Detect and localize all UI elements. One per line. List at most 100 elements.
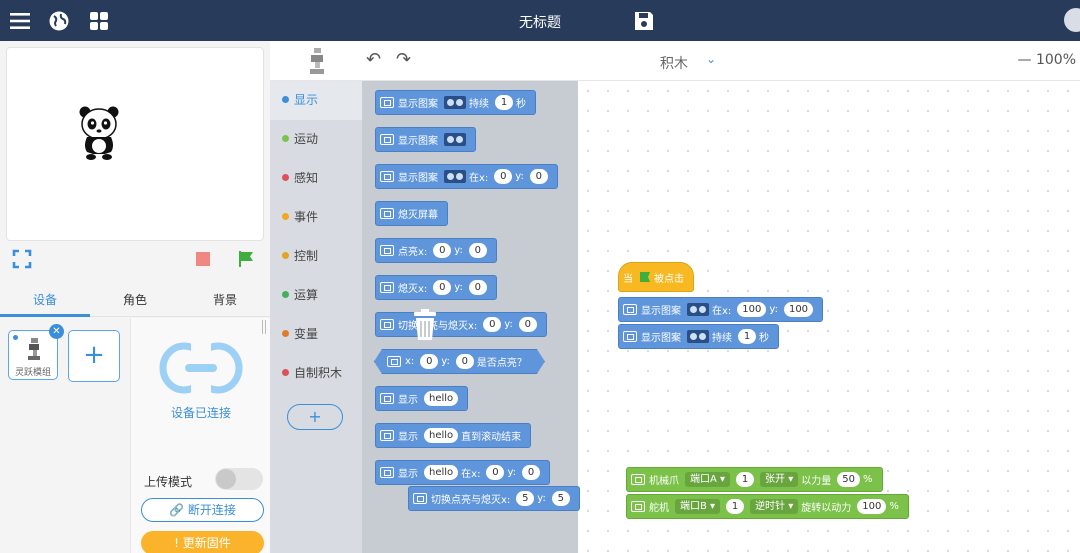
mode-selector[interactable]: 积木 <box>660 53 688 73</box>
block-input[interactable]: 50 <box>837 472 860 487</box>
pattern-picker[interactable] <box>444 133 466 146</box>
block-input[interactable]: hello <box>424 391 459 406</box>
category-item[interactable]: 变量 <box>270 315 362 354</box>
code-block[interactable]: 舵机 端口B ▾ 1 逆时针 ▾ 旋转以动力 100% <box>626 494 909 519</box>
code-block[interactable]: 切换点亮与熄灭x: 0 y: 0 <box>375 312 547 337</box>
script-workspace[interactable]: 当被点击显示图案 在x: 100 y: 100 显示图案 持续 1 秒机械爪 端口A ▾ 1 张开 ▾… <box>578 81 1080 553</box>
add-device-button[interactable]: + <box>68 330 120 382</box>
category-item[interactable]: 控制 <box>270 237 362 276</box>
tab-backdrop[interactable]: 背景 <box>180 291 270 308</box>
block-input[interactable]: 0 <box>468 280 487 295</box>
block-text: y: <box>515 171 524 182</box>
block-input[interactable]: 1 <box>736 472 755 487</box>
code-block[interactable]: 熄灭屏幕 <box>375 201 448 226</box>
block-dropdown[interactable]: 张开 ▾ <box>760 472 799 487</box>
upload-mode-toggle[interactable] <box>215 468 263 490</box>
apps-grid-icon[interactable] <box>88 10 110 32</box>
block-palette: 显示图案 持续 1 秒显示图案显示图案 在x: 0 y: 0 熄灭屏幕点亮x: 0 y: 0 熄灭x: 0… <box>362 81 578 553</box>
block-input[interactable]: 100 <box>737 302 767 317</box>
panda-sprite[interactable] <box>77 104 121 160</box>
category-item[interactable]: 自制积木 <box>270 354 362 393</box>
trash-icon[interactable] <box>412 309 438 341</box>
category-dot <box>282 135 289 142</box>
category-item[interactable]: 运算 <box>270 276 362 315</box>
block-input[interactable]: 1 <box>495 95 513 110</box>
block-input[interactable]: 0 <box>483 317 502 332</box>
block-dropdown[interactable]: 端口A ▾ <box>685 472 731 487</box>
project-title[interactable]: 无标题 <box>0 12 1080 32</box>
green-flag-icon[interactable] <box>237 250 255 268</box>
menu-icon[interactable] <box>9 10 31 32</box>
block-text: 机械爪 <box>649 476 679 487</box>
code-block[interactable]: 显示图案 持续 1 秒 <box>618 324 779 349</box>
block-input[interactable]: 0 <box>486 465 505 480</box>
undo-icon[interactable]: ↶ <box>366 49 381 70</box>
category-item[interactable]: 感知 <box>270 159 362 198</box>
stage[interactable] <box>6 47 264 241</box>
resize-handle[interactable] <box>262 320 266 334</box>
block-input[interactable]: 5 <box>516 491 535 506</box>
save-icon[interactable] <box>633 10 655 32</box>
block-input[interactable]: 100 <box>783 302 814 317</box>
code-block[interactable]: 当 被点击 <box>618 262 694 292</box>
pattern-picker[interactable] <box>444 170 466 183</box>
code-block[interactable]: 熄灭x: 0 y: 0 <box>375 275 497 300</box>
block-input[interactable]: 1 <box>726 499 745 514</box>
code-block[interactable]: 显示 hello 在x: 0 y: 0 <box>375 460 551 485</box>
disconnect-button[interactable]: 🔗 断开连接 <box>141 498 264 522</box>
block-input[interactable]: 0 <box>456 354 474 369</box>
category-item[interactable]: 事件 <box>270 198 362 237</box>
code-block[interactable]: 切换点亮与熄灭x: 5 y: 5 <box>408 486 580 511</box>
category-item[interactable]: 运动 <box>270 120 362 159</box>
category-item[interactable]: 显示 <box>270 81 362 120</box>
block-dropdown[interactable]: 逆时针 ▾ <box>750 499 799 514</box>
device-list: ✕ 灵跃模组 + <box>0 318 130 553</box>
code-block[interactable]: 显示图案 持续 1 秒 <box>375 90 536 115</box>
block-input[interactable]: 0 <box>518 317 537 332</box>
tab-device[interactable]: 设备 <box>0 291 90 308</box>
stop-button[interactable] <box>196 252 210 266</box>
category-label: 显示 <box>294 93 319 107</box>
block-input[interactable]: 0 <box>468 243 487 258</box>
block-input[interactable]: 0 <box>420 354 438 369</box>
code-block[interactable]: 显示 hello <box>375 386 469 411</box>
code-block[interactable]: x: 0 y: 0 是否点亮？ <box>374 349 545 374</box>
code-block[interactable]: 显示图案 在x: 0 y: 0 <box>375 164 558 189</box>
code-block[interactable]: 显示 hello 直到滚动结束 <box>375 423 532 448</box>
redo-icon[interactable]: ↷ <box>396 49 411 70</box>
block-text: 直到滚动结束 <box>461 432 522 443</box>
block-input[interactable]: 0 <box>433 243 452 258</box>
block-text: 当 <box>623 273 633 285</box>
block-input[interactable]: 1 <box>738 329 756 344</box>
code-block[interactable]: 点亮x: 0 y: 0 <box>375 238 497 263</box>
pattern-picker[interactable] <box>687 303 709 316</box>
display-icon <box>380 393 394 404</box>
chevron-down-icon[interactable]: ⌄ <box>706 52 716 66</box>
device-thumbnail-icon[interactable] <box>306 47 328 75</box>
code-block[interactable]: 显示图案 <box>375 127 476 152</box>
remove-device-icon[interactable]: ✕ <box>49 324 64 339</box>
block-input[interactable]: hello <box>424 465 459 480</box>
block-input[interactable]: 0 <box>522 465 541 480</box>
left-panel: 设备 角色 背景 ✕ 灵跃模组 + 设备已连接 上传模式 🔗 断开连接 ! 更新… <box>0 41 270 553</box>
update-firmware-button[interactable]: ! 更新固件 <box>141 531 264 553</box>
block-input[interactable]: 0 <box>529 169 548 184</box>
add-extension-button[interactable]: + <box>287 404 343 430</box>
code-block[interactable]: 机械爪 端口A ▾ 1 张开 ▾ 以力量 50% <box>626 467 883 492</box>
pattern-picker[interactable] <box>444 96 466 109</box>
block-input[interactable]: 100 <box>857 499 887 514</box>
block-input[interactable]: hello <box>424 428 459 443</box>
zoom-level[interactable]: — 100% <box>1018 52 1076 68</box>
user-avatar[interactable] <box>1064 8 1080 32</box>
globe-icon[interactable] <box>48 10 70 32</box>
fullscreen-icon[interactable] <box>12 249 32 269</box>
block-input[interactable]: 5 <box>551 491 570 506</box>
code-block[interactable]: 显示图案 在x: 100 y: 100 <box>618 297 824 322</box>
block-input[interactable]: 0 <box>494 169 513 184</box>
device-card[interactable]: ✕ 灵跃模组 <box>8 324 64 380</box>
tab-sprite[interactable]: 角色 <box>90 291 180 308</box>
pattern-picker[interactable] <box>687 330 709 343</box>
block-input[interactable]: 0 <box>433 280 452 295</box>
block-dropdown[interactable]: 端口B ▾ <box>675 499 721 514</box>
display-icon <box>631 501 645 512</box>
